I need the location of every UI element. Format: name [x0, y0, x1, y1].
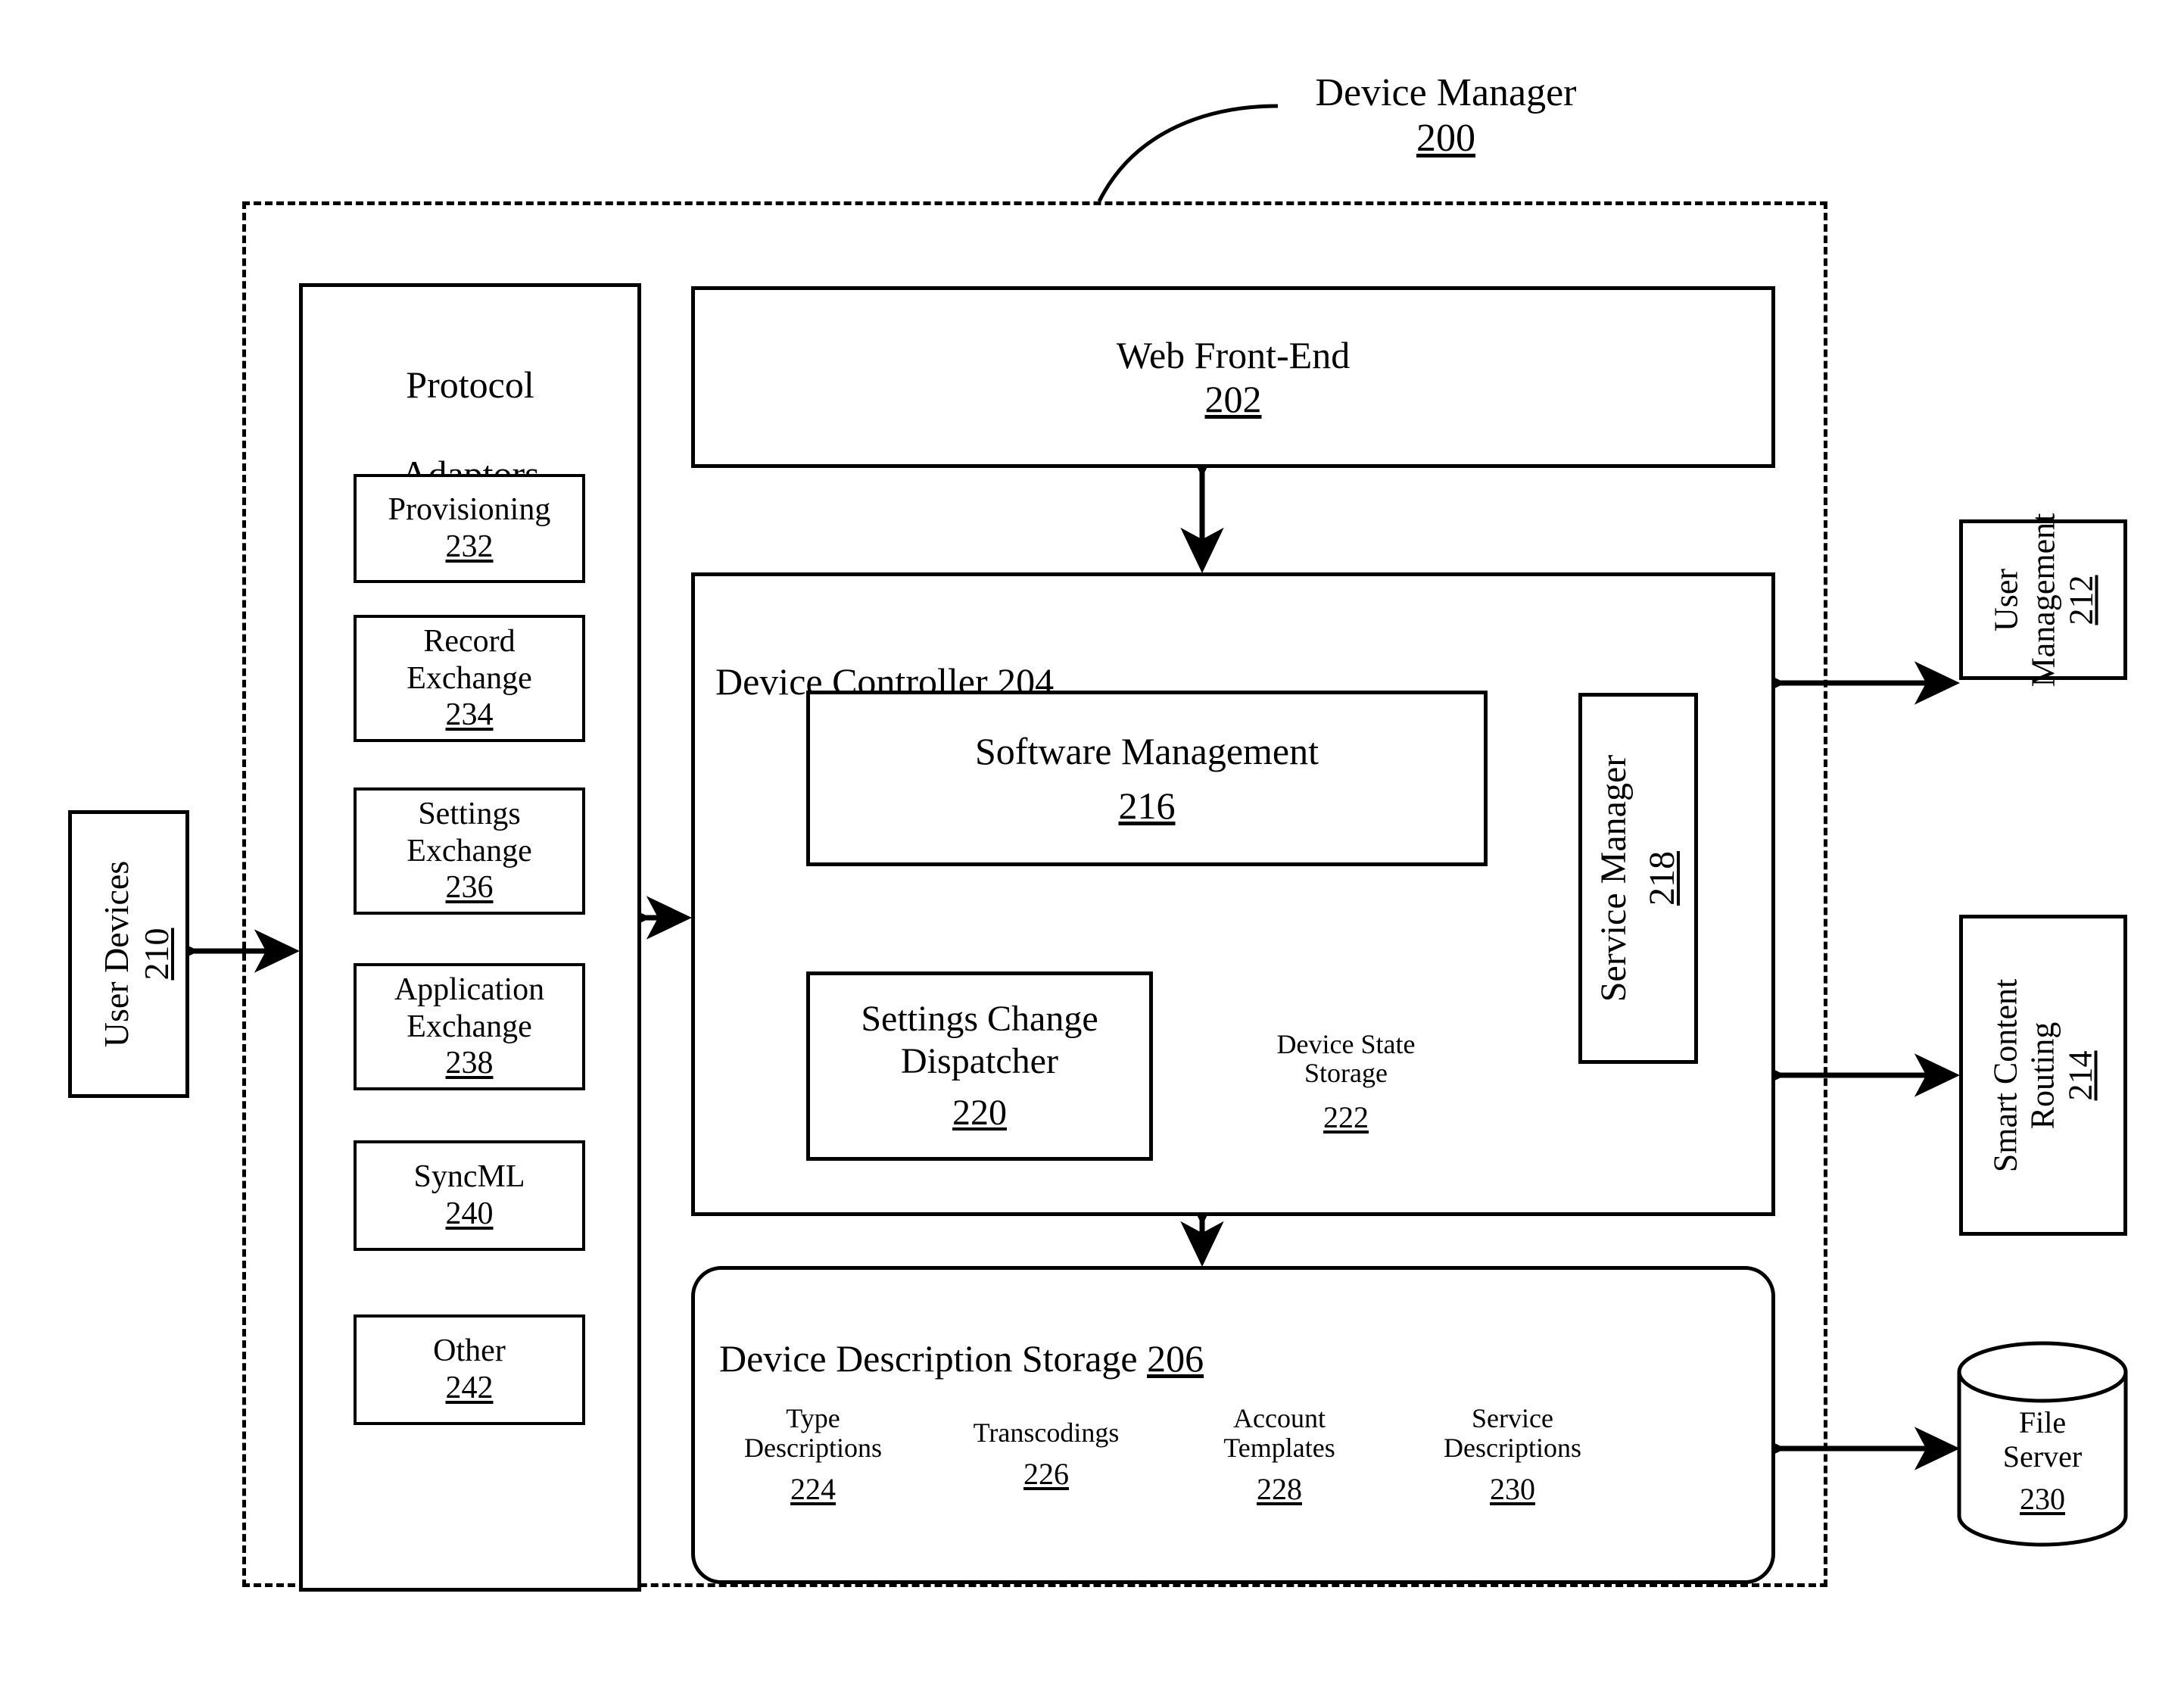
figure-title-ref: 200	[1416, 117, 1475, 160]
file-server-label: File Server	[2002, 1405, 2083, 1474]
adaptor-provisioning[interactable]: Provisioning 232	[354, 474, 585, 583]
store-service-descriptions-label: Service Descriptions	[1444, 1402, 1581, 1463]
store-type-descriptions-ref: 224	[790, 1471, 836, 1506]
settings-change-dispatcher-block[interactable]: Settings Change Dispatcher 220	[806, 971, 1153, 1161]
device-description-storage-ref: 206	[1147, 1337, 1204, 1380]
adaptor-application-exchange[interactable]: Application Exchange 238	[354, 963, 585, 1090]
device-description-storage-label: Device Description Storage	[719, 1337, 1138, 1380]
smart-content-routing-ref: 214	[2061, 1050, 2099, 1101]
software-management-label: Software Management	[974, 730, 1319, 772]
store-service-descriptions[interactable]: Service Descriptions 230	[1441, 1402, 1584, 1508]
adaptor-settings-exchange-label: Settings Exchange	[407, 796, 532, 869]
device-state-storage-ref: 222	[1323, 1099, 1369, 1134]
web-front-end-block[interactable]: Web Front-End 202	[691, 286, 1775, 468]
protocol-adaptors-title-line1: Protocol	[406, 363, 534, 406]
figure-title: Device Manager	[1315, 71, 1577, 114]
software-management-block[interactable]: Software Management 216	[806, 691, 1488, 866]
device-state-storage-label: Device State Storage	[1276, 1029, 1416, 1088]
adaptor-record-exchange-label: Record Exchange	[407, 623, 532, 696]
settings-change-dispatcher-label: Settings Change Dispatcher	[861, 999, 1098, 1082]
store-service-descriptions-ref: 230	[1490, 1471, 1535, 1506]
device-description-storage-title: Device Description Storage 206	[719, 1292, 1325, 1381]
store-transcodings-ref: 226	[1023, 1457, 1069, 1492]
web-front-end-label: Web Front-End	[1116, 334, 1351, 376]
adaptor-record-exchange-ref: 234	[445, 697, 494, 733]
patent-figure: Device Manager 200 Protocol Adaptors 208…	[0, 0, 2184, 1684]
software-management-ref: 216	[1118, 784, 1176, 827]
service-manager-label-group: Service Manager 218	[1574, 693, 1703, 1064]
adaptor-syncml-ref: 240	[445, 1196, 494, 1231]
adaptor-other-label: Other	[433, 1333, 506, 1369]
adaptor-settings-exchange-ref: 236	[445, 870, 494, 906]
adaptor-provisioning-label: Provisioning	[388, 492, 551, 528]
web-front-end-ref: 202	[1204, 378, 1262, 420]
adaptor-provisioning-ref: 232	[445, 529, 494, 564]
store-account-templates-ref: 228	[1257, 1471, 1302, 1506]
adaptor-other[interactable]: Other 242	[354, 1314, 585, 1425]
adaptor-record-exchange[interactable]: Record Exchange 234	[354, 615, 585, 742]
user-management-label: User Management	[1987, 513, 2062, 688]
adaptor-application-exchange-ref: 238	[445, 1046, 494, 1081]
store-transcodings[interactable]: Transcodings 226	[973, 1402, 1120, 1508]
adaptor-other-ref: 242	[445, 1371, 494, 1405]
adaptor-syncml-label: SyncML	[413, 1159, 525, 1195]
service-manager-label: Service Manager	[1594, 754, 1634, 1003]
adaptor-application-exchange-label: Application Exchange	[394, 971, 545, 1044]
smart-content-routing-label: Smart Content Routing	[1986, 978, 2061, 1173]
store-type-descriptions[interactable]: Type Descriptions 224	[743, 1402, 883, 1508]
store-account-templates-label: Account Templates	[1223, 1402, 1335, 1463]
file-server-ref: 230	[2020, 1481, 2065, 1516]
settings-change-dispatcher-ref: 220	[952, 1092, 1007, 1133]
store-transcodings-label: Transcodings	[973, 1417, 1120, 1449]
store-account-templates[interactable]: Account Templates 228	[1210, 1402, 1349, 1508]
title-leader-line	[1097, 104, 1279, 203]
adaptor-settings-exchange[interactable]: Settings Exchange 236	[354, 787, 585, 915]
user-devices-label: User Devices	[96, 860, 136, 1048]
user-management-ref: 212	[2062, 575, 2100, 625]
store-type-descriptions-label: Type Descriptions	[744, 1402, 882, 1463]
service-manager-ref: 218	[1642, 851, 1682, 906]
file-server-block[interactable]: File Server 230	[1959, 1405, 2126, 1518]
user-devices-ref: 210	[137, 928, 176, 981]
device-state-storage-block[interactable]: Device State Storage 222	[1272, 1026, 1420, 1140]
user-devices-label-group: User Devices 210	[97, 810, 176, 1098]
adaptor-syncml[interactable]: SyncML 240	[354, 1140, 585, 1251]
smart-content-routing-label-group: Smart Content Routing 214	[1986, 915, 2099, 1236]
user-management-label-group: User Management 212	[1987, 513, 2100, 688]
